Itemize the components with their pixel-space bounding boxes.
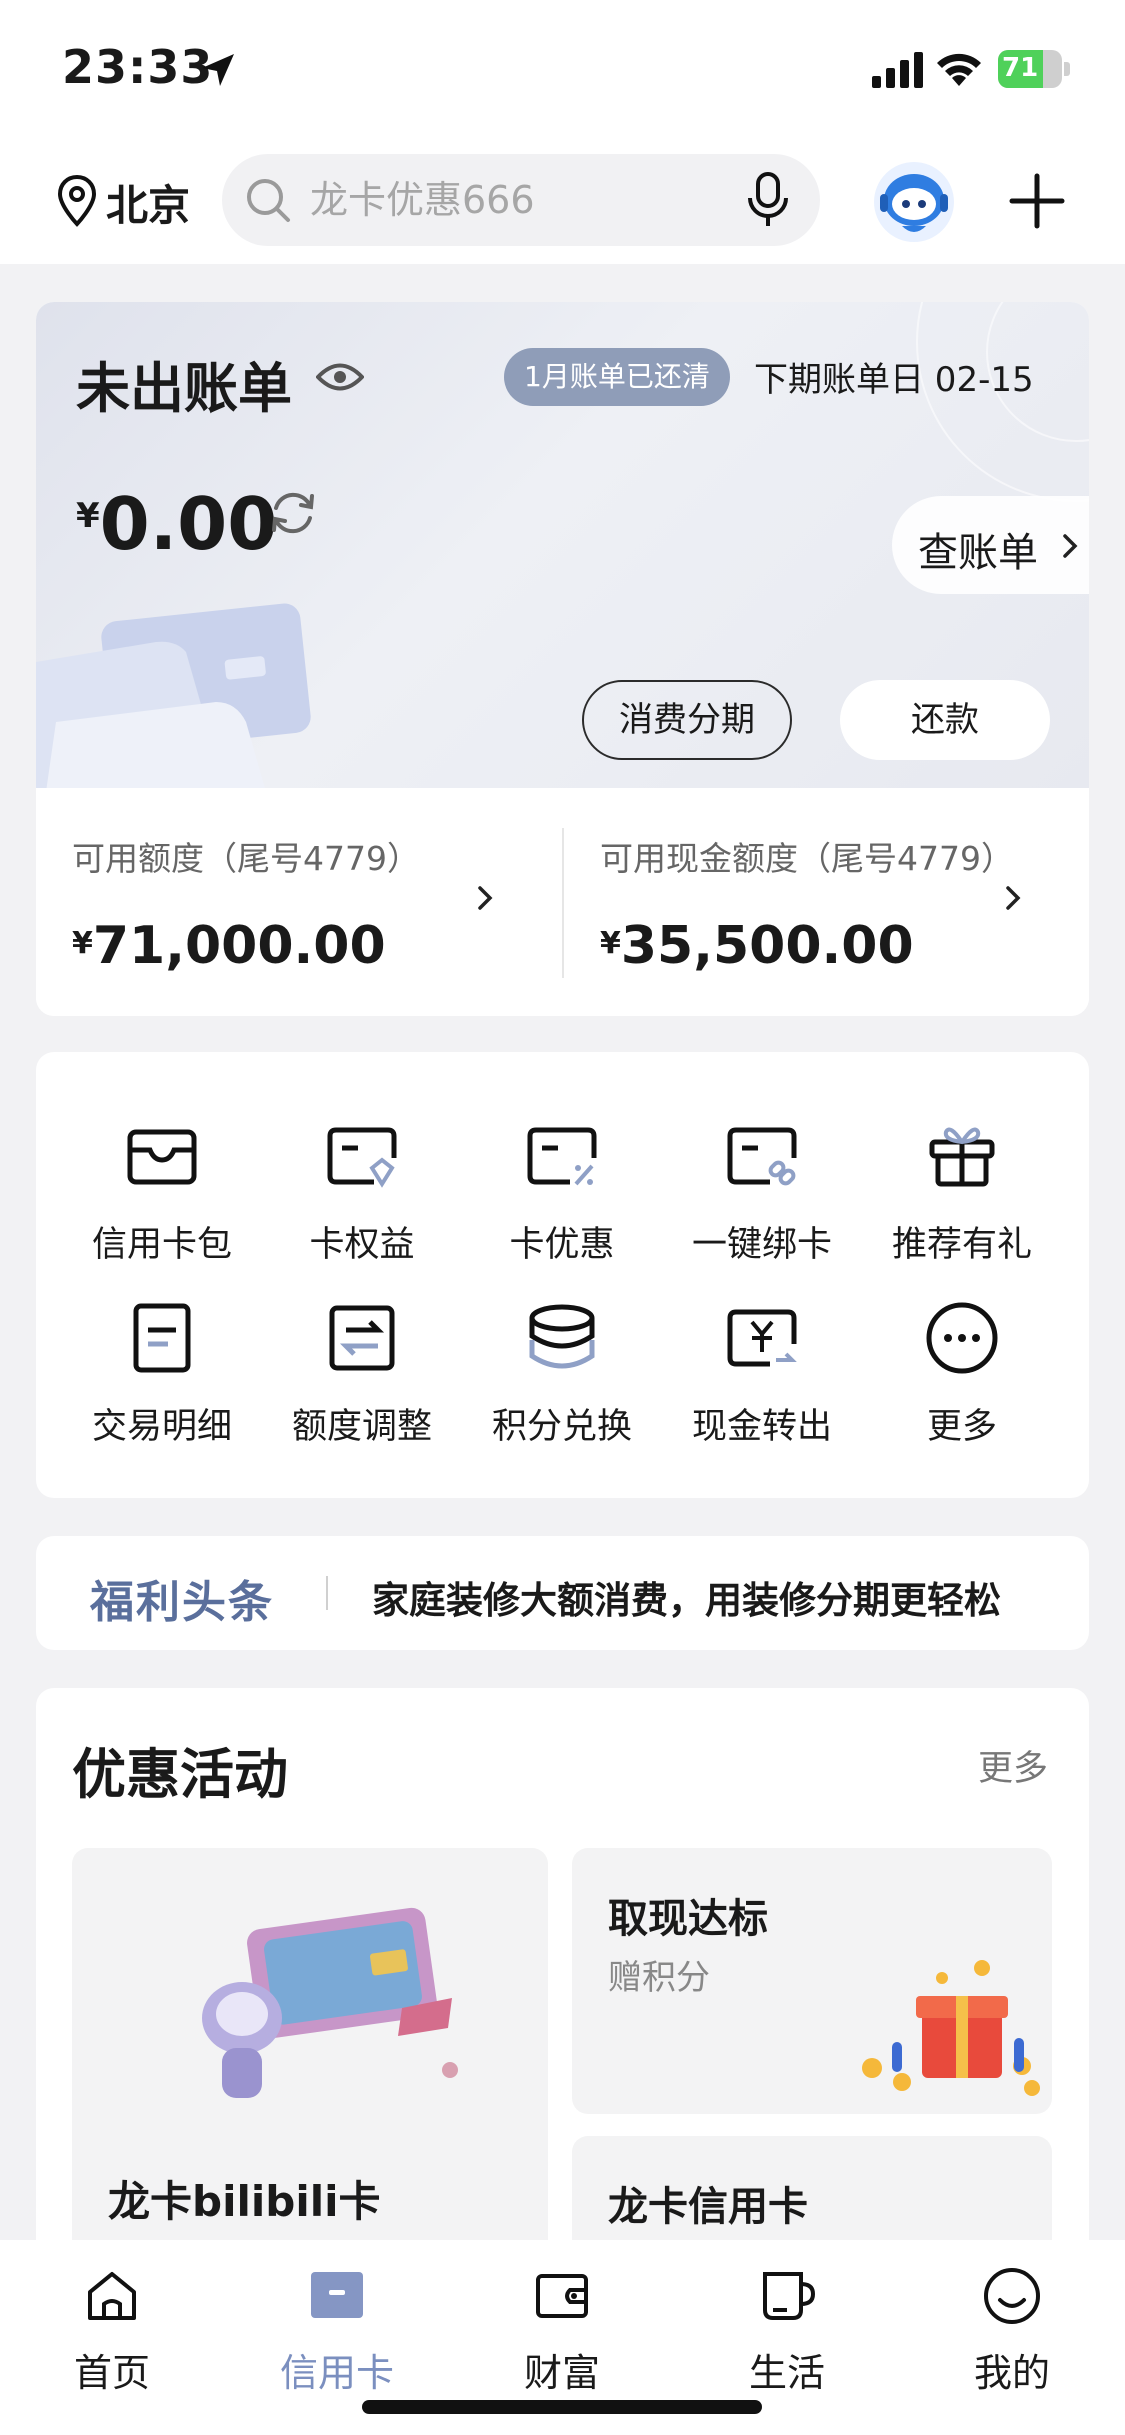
promo-card-bilibili[interactable]: 龙卡bilibili卡 (72, 1848, 548, 2248)
bilibili-card-name: 龙卡bilibili卡 (108, 2177, 381, 2226)
chevron-right-icon (1006, 886, 1021, 910)
repay-button[interactable]: 还款 (840, 680, 1050, 760)
credit-limits: 可用额度（尾号4779） ¥71,000.00 可用现金额度（尾号4779） ¥… (36, 788, 1089, 1016)
search-input[interactable] (310, 168, 710, 232)
bill-card: 未出账单 1月账单已还清 下期账单日 02-15 ¥0.00 查账单 消费分期 … (36, 302, 1089, 1016)
assistant-robot-icon[interactable] (872, 160, 956, 244)
battery-indicator: 71 (998, 50, 1070, 88)
grid-item-card-discount[interactable]: 卡优惠 (462, 1118, 662, 1298)
grid-item-gift[interactable]: 推荐有礼 (862, 1118, 1062, 1298)
points-coins-icon (529, 1304, 595, 1369)
card-bind-icon (727, 1127, 797, 1186)
grid-item-card-bind[interactable]: 一键绑卡 (662, 1118, 862, 1298)
grid-item-transaction-detail[interactable]: 交易明细 (62, 1300, 262, 1480)
tab-mine[interactable]: 我的 (932, 2260, 1092, 2410)
wifi-icon (937, 53, 981, 86)
next-bill-date: 下期账单日 02-15 (754, 360, 1034, 400)
credit-card-icon (311, 2272, 363, 2318)
location-arrow-icon (202, 54, 234, 86)
microphone-icon[interactable] (742, 172, 794, 228)
promotions-title: 优惠活动 (72, 1743, 288, 1806)
tab-wealth[interactable]: 财富 (482, 2260, 642, 2410)
cup-icon (763, 2272, 816, 2320)
home-icon (88, 2272, 136, 2320)
cards-illustration (36, 603, 311, 788)
tab-credit-card[interactable]: 信用卡 (257, 2260, 417, 2410)
smile-icon (984, 2268, 1040, 2324)
unbilled-title: 未出账单 (76, 357, 292, 420)
bilibili-card-illustration (202, 1907, 458, 2098)
search-bar[interactable] (222, 154, 820, 246)
unbilled-amount: ¥0.00 (76, 482, 278, 566)
welfare-banner[interactable]: 福利头条 家庭装修大额消费，用装修分期更轻松 (36, 1536, 1089, 1650)
card-benefit-icon (327, 1127, 397, 1188)
welfare-tag: 福利头条 (90, 1577, 274, 1628)
bill-summary: 未出账单 1月账单已还清 下期账单日 02-15 ¥0.00 查账单 消费分期 … (36, 302, 1089, 788)
cash-limit-value: 35,500.00 (620, 916, 914, 976)
eye-visibility-icon[interactable] (316, 360, 364, 394)
chevron-right-icon (1063, 534, 1078, 558)
available-limit[interactable]: 可用额度（尾号4779） ¥71,000.00 (36, 788, 562, 1016)
cash-transfer-icon (727, 1309, 797, 1367)
wallet-icon (536, 2274, 588, 2318)
installment-button[interactable]: 消费分期 (582, 680, 792, 760)
grid-item-limit-adjust[interactable]: 额度调整 (262, 1300, 462, 1480)
grid-item-points-exchange[interactable]: 积分兑换 (462, 1300, 662, 1480)
bill-paid-badge: 1月账单已还清 (504, 348, 730, 406)
gift-box-illustration (862, 1960, 1040, 2096)
battery-level: 71 (1002, 53, 1039, 83)
tab-life[interactable]: 生活 (707, 2260, 867, 2410)
refresh-icon[interactable] (266, 486, 320, 540)
search-icon (247, 179, 290, 222)
tab-home[interactable]: 首页 (32, 2260, 192, 2410)
promo-card-cash-withdrawal[interactable]: 取现达标 赠积分 (572, 1848, 1052, 2114)
cellular-signal-icon (872, 52, 923, 88)
grid-item-card-wallet[interactable]: 信用卡包 (62, 1118, 262, 1298)
gift-icon (929, 1127, 995, 1187)
welfare-message[interactable]: 家庭装修大额消费，用装修分期更轻松 (372, 1570, 1001, 1624)
grid-item-more[interactable]: 更多 (862, 1300, 1062, 1480)
card-wallet-icon (127, 1129, 197, 1185)
promotions-more-link[interactable]: 更多 (978, 1740, 1048, 1791)
chevron-right-icon (478, 886, 493, 910)
limit-adjust-icon (329, 1305, 395, 1371)
more-icon (926, 1302, 998, 1374)
function-grid: 信用卡包 卡权益 卡优惠 一键绑卡 推荐有礼 交易明细 额度调整 积分兑换 现金… (36, 1052, 1089, 1498)
transaction-detail-icon (133, 1303, 191, 1373)
status-time: 23:33 (62, 40, 214, 94)
city-selector[interactable]: 北京 (106, 172, 190, 233)
top-nav: 北京 (0, 140, 1125, 264)
card-discount-icon (527, 1127, 597, 1186)
grid-item-cash-transfer[interactable]: 现金转出 (662, 1300, 862, 1480)
location-pin-icon[interactable] (56, 174, 98, 228)
promo-card-longka-credit[interactable]: 龙卡信用卡 (572, 2136, 1052, 2248)
available-limit-value: 71,000.00 (92, 916, 386, 976)
grid-item-card-benefit[interactable]: 卡权益 (262, 1118, 462, 1298)
status-bar: 23:33 71 (0, 0, 1125, 140)
promotions-section: 优惠活动 更多 龙卡bilibili卡 取现达标 赠积分 龙卡信用卡 (36, 1688, 1089, 2248)
home-indicator[interactable] (362, 2400, 762, 2414)
cash-limit[interactable]: 可用现金额度（尾号4779） ¥35,500.00 (564, 788, 1089, 1016)
check-bill-button[interactable]: 查账单 (892, 496, 1089, 594)
amount-value: 0.00 (99, 482, 278, 566)
add-plus-icon[interactable] (1006, 170, 1068, 232)
